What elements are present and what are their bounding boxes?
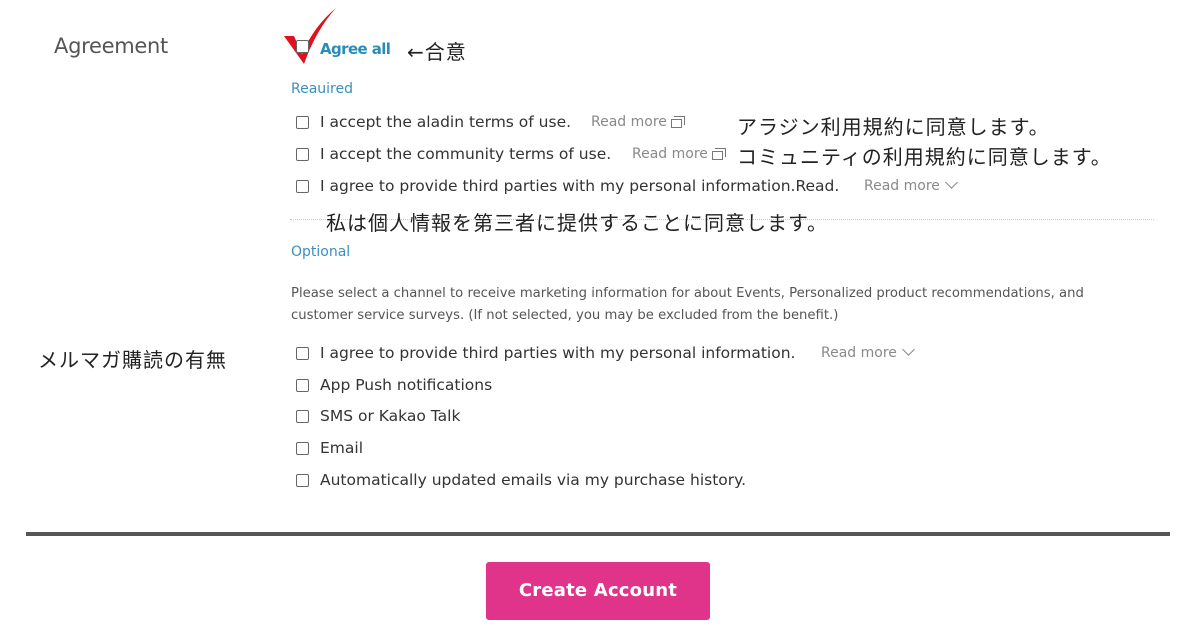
checkbox-label: I accept the aladin terms of use.	[320, 113, 572, 131]
agree-all-label[interactable]: Agree all	[320, 40, 391, 58]
note-community-terms: コミュニティの利用規約に同意します。	[737, 145, 1112, 169]
agree-all-checkbox[interactable]	[296, 40, 309, 53]
section-divider	[26, 532, 1170, 536]
checkbox[interactable]	[296, 180, 309, 193]
checkbox-label: Automatically updated emails via my purc…	[320, 471, 747, 489]
section-label: Agreement	[54, 34, 168, 58]
checkbox[interactable]	[296, 148, 309, 161]
checkbox-label: I agree to provide third parties with my…	[320, 344, 796, 362]
checkbox[interactable]	[296, 116, 309, 129]
optional-group-label: Optional	[291, 244, 351, 260]
checkbox-label: I accept the community terms of use.	[320, 145, 612, 163]
checkbox-label: SMS or Kakao Talk	[320, 407, 461, 425]
agree-all-note: ←合意	[407, 40, 467, 64]
read-more-link[interactable]: Read more	[632, 146, 727, 162]
note-newsletter: メルマガ購読の有無	[38, 348, 227, 372]
required-group-label: Reauired	[291, 81, 354, 97]
checkbox-label: Email	[320, 439, 364, 457]
external-window-icon	[670, 116, 686, 128]
checkbox-label: I agree to provide third parties with my…	[320, 177, 840, 195]
checkbox[interactable]	[296, 474, 309, 487]
read-more-link[interactable]: Read more	[821, 343, 915, 361]
checkbox[interactable]	[296, 379, 309, 392]
create-account-button[interactable]: Create Account	[486, 562, 710, 620]
external-window-icon	[711, 148, 727, 160]
checkbox-label: App Push notifications	[320, 376, 493, 394]
checkbox[interactable]	[296, 347, 309, 360]
read-more-link[interactable]: Read more	[591, 114, 686, 130]
checkbox[interactable]	[296, 410, 309, 423]
note-third-party: 私は個人情報を第三者に提供することに同意します。	[326, 211, 828, 235]
chevron-down-icon	[945, 176, 958, 189]
checkbox[interactable]	[296, 442, 309, 455]
note-aladin-terms: アラジン利用規約に同意します。	[737, 115, 1050, 139]
marketing-description: Please select a channel to receive marke…	[291, 286, 1084, 323]
read-more-link[interactable]: Read more	[864, 176, 958, 194]
chevron-down-icon	[902, 343, 915, 356]
